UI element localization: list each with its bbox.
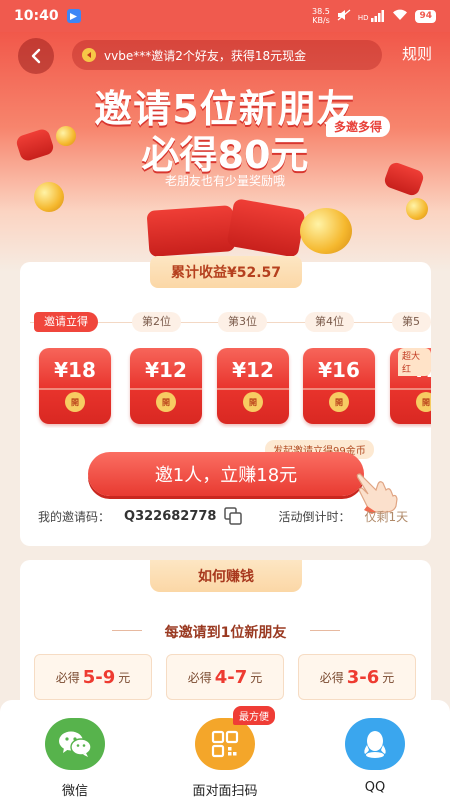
coin-decoration <box>406 198 428 220</box>
reward-unit: 元 <box>250 670 263 685</box>
share-label: 面对面扫码 <box>192 784 258 799</box>
reward-range-box: 必得 4-7 元 <box>166 654 284 700</box>
net-speed-value: 38.5 <box>312 7 330 16</box>
envelope-amount: ¥12 <box>145 358 187 382</box>
reward-unit: 元 <box>382 670 395 685</box>
rules-link[interactable]: 规则 <box>402 43 432 64</box>
envelope-open-button: 開 <box>156 392 176 412</box>
reward-prefix: 必得 <box>319 670 344 685</box>
red-envelope-decoration <box>146 205 236 257</box>
reward-range: 3-6 <box>346 666 380 688</box>
copy-icon[interactable] <box>224 507 243 525</box>
hero-subtitle: 老朋友也有少量奖励哦 <box>164 174 285 188</box>
hero-banner: vvbe***邀请2个好友，获得18元现金 规则 邀请5位新朋友 必得80元 多… <box>0 32 450 272</box>
envelope-amount: ¥18 <box>54 358 96 382</box>
subtitle-decoration-right <box>310 630 340 631</box>
step-label: 邀请立得 <box>34 312 98 332</box>
how-to-earn-title: 如何赚钱 <box>150 560 302 592</box>
net-speed-unit: KB/s <box>312 16 330 25</box>
share-qr-code[interactable]: 面对面扫码 <box>180 718 270 799</box>
ticker-text: vvbe***邀请2个好友，获得18元现金 <box>104 48 307 63</box>
signal-icon: HD <box>358 10 386 22</box>
reward-range: 4-7 <box>214 666 248 688</box>
share-label: QQ <box>364 780 386 795</box>
envelope-flap <box>217 388 289 390</box>
countdown-label: 活动倒计时： <box>278 509 351 524</box>
envelope-open-button: 開 <box>416 392 431 412</box>
total-earnings-label: 累计收益¥52.57 <box>150 256 302 288</box>
signal-hd-label: HD <box>357 14 369 22</box>
mute-icon <box>337 9 351 24</box>
invite-code-row: 我的邀请码： Q322682778 活动倒计时： 仅剩1天 <box>38 506 428 526</box>
envelope-flap <box>303 388 375 390</box>
step-label: 第2位 <box>132 312 181 332</box>
reward-range: 5-9 <box>82 666 116 688</box>
share-bar: 最方便 微信 面对面扫码 QQ <box>0 700 450 800</box>
status-bar: 10:40 38.5 KB/s HD 94 <box>0 0 450 32</box>
red-envelope-row: ¥18 開 ¥12 開 ¥12 開 ¥16 開 超大红 ¥2 開 <box>20 348 431 428</box>
qr-code-icon[interactable] <box>195 718 255 770</box>
envelope-amount: ¥12 <box>232 358 274 382</box>
best-option-tag: 最方便 <box>233 706 275 725</box>
envelope-open-button: 開 <box>329 392 349 412</box>
wifi-icon <box>392 9 408 24</box>
envelope-flap <box>130 388 202 390</box>
envelope-open-button: 開 <box>243 392 263 412</box>
back-button[interactable] <box>18 38 54 74</box>
envelope-open-button: 開 <box>65 392 85 412</box>
share-label: 微信 <box>61 784 88 799</box>
status-time: 10:40 <box>14 8 59 24</box>
reward-prefix: 必得 <box>187 670 212 685</box>
reward-prefix: 必得 <box>55 670 80 685</box>
red-envelope-decoration <box>226 198 306 258</box>
step-label: 第3位 <box>218 312 267 332</box>
earnings-card: 累计收益¥52.57 邀请立得 第2位 第3位 第4位 第5位 ¥18 開 ¥1… <box>20 256 431 546</box>
step-label: 第5位 <box>392 312 431 332</box>
reward-range-box: 必得 5-9 元 <box>34 654 152 700</box>
envelope-flap <box>39 388 111 390</box>
how-to-earn-subtitle: 每邀请到1位新朋友 <box>164 625 287 641</box>
battery-indicator: 94 <box>415 9 436 23</box>
red-envelope[interactable]: ¥16 開 <box>303 348 375 424</box>
status-indicators: 38.5 KB/s HD 94 <box>312 7 436 25</box>
how-to-earn-card: 如何赚钱 每邀请到1位新朋友 必得 5-9 元 必得 4-7 元 必得 3-6 … <box>20 560 431 720</box>
network-speed: 38.5 KB/s <box>312 7 330 25</box>
envelope-flap <box>390 388 431 390</box>
invite-ticker: vvbe***邀请2个好友，获得18元现金 <box>72 40 382 70</box>
app-notification-icon <box>66 9 81 23</box>
invite-code-value: Q322682778 <box>124 508 217 524</box>
red-envelope[interactable]: ¥18 開 <box>39 348 111 424</box>
coin-decoration <box>300 208 352 254</box>
qq-icon[interactable] <box>345 718 405 770</box>
share-wechat[interactable]: 微信 <box>30 718 120 799</box>
wechat-icon[interactable] <box>45 718 105 770</box>
invite-button[interactable]: 邀1人，立赚18元 <box>88 452 364 496</box>
share-qq[interactable]: QQ <box>330 718 420 795</box>
invite-code-label: 我的邀请码： <box>38 509 111 524</box>
envelope-amount: ¥16 <box>318 358 360 382</box>
reward-unit: 元 <box>118 670 131 685</box>
chevron-left-icon <box>31 48 41 64</box>
speaker-icon <box>82 48 96 62</box>
invite-steps: 邀请立得 第2位 第3位 第4位 第5位 <box>20 310 431 334</box>
countdown-value: 仅剩1天 <box>364 509 409 524</box>
step-label: 第4位 <box>305 312 354 332</box>
red-envelope[interactable]: ¥12 開 <box>217 348 289 424</box>
super-bonus-tag: 超大红 <box>398 348 431 376</box>
red-envelope[interactable]: ¥12 開 <box>130 348 202 424</box>
reward-range-box: 必得 3-6 元 <box>298 654 416 700</box>
hero-badge: 多邀多得 <box>326 116 391 137</box>
